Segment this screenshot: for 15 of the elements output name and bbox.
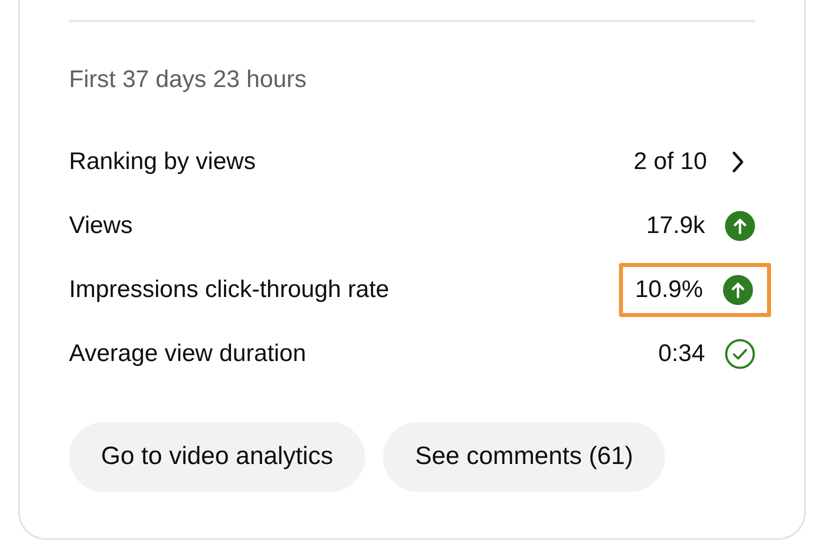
metric-value: 17.9k (646, 211, 705, 241)
period-label: First 37 days 23 hours (69, 65, 308, 95)
arrow-up-icon (725, 211, 755, 241)
metric-label: Impressions click-through rate (69, 275, 390, 305)
video-analytics-button[interactable]: Go to video analytics (69, 422, 366, 492)
metric-label: Ranking by views (69, 147, 256, 177)
metric-label: Average view duration (69, 339, 306, 369)
metric-value: 0:34 (658, 339, 705, 369)
metric-label: Views (69, 211, 133, 241)
chevron-right-icon (731, 151, 745, 173)
comments-button[interactable]: See comments (61) (383, 422, 666, 492)
arrow-up-icon (723, 275, 753, 305)
check-circle-icon (725, 339, 755, 369)
metric-value: 10.9% (634, 275, 703, 305)
metric-value: 2 of 10 (634, 147, 707, 177)
